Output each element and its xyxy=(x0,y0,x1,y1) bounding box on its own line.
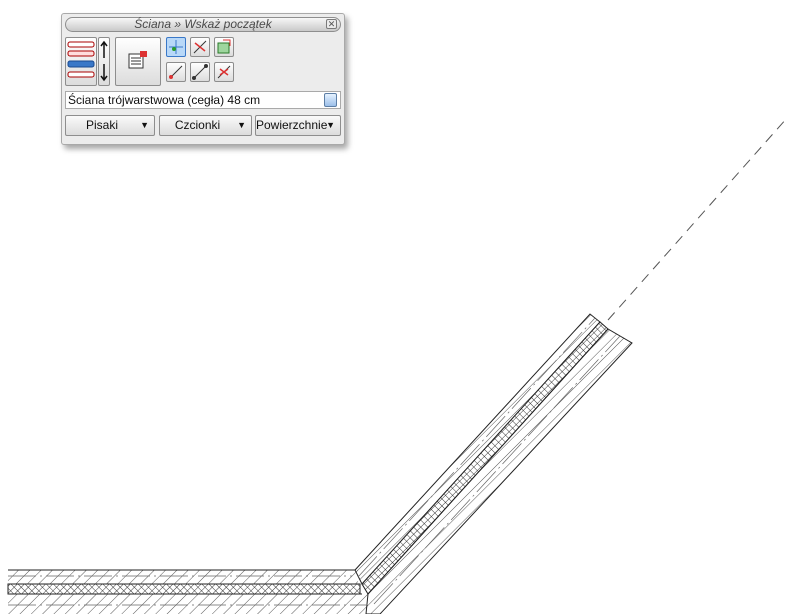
wall-layer-selector-icon xyxy=(67,41,95,78)
horizontal-wall xyxy=(7,569,368,614)
surfaces-dropdown[interactable]: Powierzchnie ▼ xyxy=(255,115,341,136)
wall-layer-selector[interactable] xyxy=(65,37,97,86)
flip-wall-button[interactable] xyxy=(98,37,110,86)
wall-properties-button[interactable] xyxy=(115,37,161,86)
delete-segment-icon xyxy=(193,40,207,54)
fonts-dropdown[interactable]: Czcionki ▼ xyxy=(159,115,252,136)
line-segment-button[interactable] xyxy=(190,62,210,82)
toolbox-titlebar[interactable]: Ściana » Wskaż początek ✕ xyxy=(65,17,341,32)
guide-line xyxy=(607,117,787,321)
chevron-down-icon: ▼ xyxy=(237,120,246,130)
pens-dropdown[interactable]: Pisaki ▼ xyxy=(65,115,155,136)
continue-wall-icon xyxy=(217,39,231,54)
chevron-down-icon: ▼ xyxy=(140,120,149,130)
fonts-dropdown-label: Czcionki xyxy=(174,118,221,132)
delete-segment-button[interactable] xyxy=(190,37,210,57)
wall-toolbox: Ściana » Wskaż początek ✕ Ściana trójwar… xyxy=(61,13,345,145)
chevron-down-icon: ▼ xyxy=(326,120,335,130)
wall-type-label: Ściana trójwarstwowa (cegła) 48 cm xyxy=(68,93,261,107)
wall-type-field[interactable]: Ściana trójwarstwowa (cegła) 48 cm xyxy=(65,91,341,109)
surfaces-dropdown-label: Powierzchnie xyxy=(256,118,328,132)
rotate-point-icon xyxy=(169,65,183,79)
cut-segment-icon xyxy=(217,65,231,79)
cut-segment-button[interactable] xyxy=(214,62,234,82)
wall-properties-icon xyxy=(128,51,147,69)
close-icon[interactable]: ✕ xyxy=(326,19,337,29)
start-point-button[interactable] xyxy=(166,37,186,57)
diagonal-wall xyxy=(354,313,633,614)
flip-wall-icon xyxy=(100,40,108,82)
continue-wall-button[interactable] xyxy=(214,37,234,57)
rotate-point-button[interactable] xyxy=(166,62,186,82)
start-point-icon xyxy=(169,40,183,54)
line-segment-icon xyxy=(192,64,208,80)
pens-dropdown-label: Pisaki xyxy=(85,118,118,132)
wall-type-select-button[interactable] xyxy=(324,93,337,107)
toolbox-title: Ściana » Wskaż początek xyxy=(134,17,272,31)
